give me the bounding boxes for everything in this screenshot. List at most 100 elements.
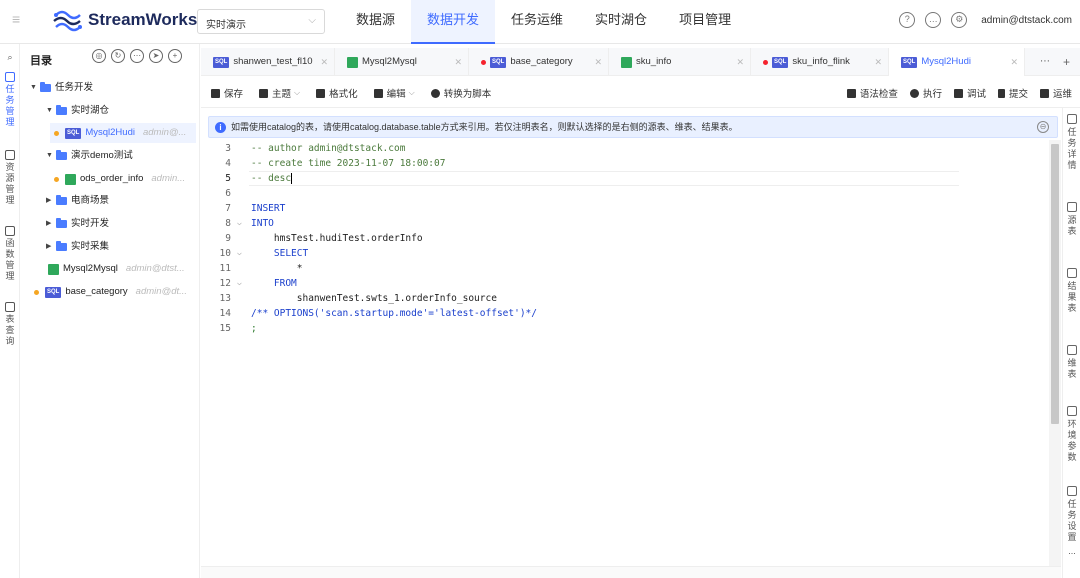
code-line-current: -- desc xyxy=(251,173,293,184)
nav-lakehouse[interactable]: 实时湖仓 xyxy=(579,0,663,44)
close-icon[interactable]: ✕ xyxy=(454,48,462,76)
rail-table-query[interactable]: 表查询 xyxy=(3,302,17,347)
tree-task-mysql2mysql[interactable]: Mysql2Mysql admin@dtst... xyxy=(48,259,185,279)
caret-right-icon: ▶ xyxy=(46,243,52,250)
tab-base-category[interactable]: SQL base_category ✕ xyxy=(469,48,609,76)
scrollbar-thumb[interactable] xyxy=(1051,144,1059,424)
nav-datasource[interactable]: 数据源 xyxy=(340,0,411,44)
settings-gear-icon[interactable]: ⚙ xyxy=(951,12,968,28)
locate-icon[interactable]: ◎ xyxy=(92,49,106,63)
close-banner-icon[interactable]: ⊖ xyxy=(1037,121,1049,133)
env-params-icon xyxy=(1067,406,1077,416)
nav-project-mgmt[interactable]: 项目管理 xyxy=(663,0,747,44)
tree-folder-demo[interactable]: ▼ 演示demo测试 xyxy=(46,146,133,166)
logo[interactable]: StreamWorks xyxy=(52,7,197,33)
main-nav: 数据源 数据开发 任务运维 实时湖仓 项目管理 xyxy=(340,0,747,44)
close-icon[interactable]: ✕ xyxy=(320,48,328,76)
syntax-check-button[interactable]: 语法检查 xyxy=(846,86,898,100)
search-icon[interactable]: ⌕ xyxy=(3,52,17,63)
rail-source-table[interactable]: 源表 xyxy=(1065,202,1079,237)
user-account[interactable]: admin@dtstack.com xyxy=(981,15,1072,26)
unsaved-dot xyxy=(481,59,486,65)
add-icon[interactable]: + xyxy=(168,49,182,63)
run-button[interactable]: 执行 xyxy=(909,86,942,100)
top-right-tools: ? … ⚙ admin@dtstack.com xyxy=(899,12,1072,28)
tree-folder-realtime-dev[interactable]: ▶ 实时开发 xyxy=(46,214,109,234)
code-line-text: -- desc xyxy=(251,173,292,184)
left-rail: ⌕ 任务管理 资源管理 函数管理 表查询 xyxy=(0,44,20,578)
tab-mysql2mysql[interactable]: Mysql2Mysql ✕ xyxy=(335,48,469,76)
close-icon[interactable]: ✕ xyxy=(1010,48,1018,76)
folder-icon xyxy=(56,150,67,160)
flow-task-icon xyxy=(621,56,632,68)
tree-label: Mysql2Mysql xyxy=(63,263,118,274)
tree-task-mysql2hudi[interactable]: SQL Mysql2Hudi admin@... xyxy=(50,123,196,143)
tab-label: Mysql2Hudi xyxy=(921,56,971,67)
tab-mysql2hudi[interactable]: SQL Mysql2Hudi ✕ xyxy=(889,48,1025,76)
rail-more-icon[interactable]: ... xyxy=(1065,546,1079,557)
tab-sku-info[interactable]: sku_info ✕ xyxy=(609,48,751,76)
fold-chevron-icon[interactable]: ⌵ xyxy=(237,278,242,287)
tree-task-ods-order-info[interactable]: ods_order_info admin... xyxy=(54,169,185,189)
tree-folder-ecommerce[interactable]: ▶ 电商场景 xyxy=(46,191,109,211)
tree-folder-realtime-lake[interactable]: ▼ 实时湖仓 xyxy=(46,101,109,121)
tree-task-base-category[interactable]: SQL base_category admin@dt... xyxy=(34,282,187,302)
nav-data-dev[interactable]: 数据开发 xyxy=(411,0,496,44)
app-name: StreamWorks xyxy=(88,10,198,29)
tree-owner: admin@... xyxy=(142,127,187,138)
ops-button[interactable]: 运维 xyxy=(1039,86,1072,100)
code-editor[interactable]: 3 -- author admin@dtstack.com 4 -- creat… xyxy=(201,140,1049,566)
editor-scrollbar[interactable] xyxy=(1049,140,1061,566)
rail-dim-table-label: 维表 xyxy=(1067,358,1077,379)
tree-label: base_category xyxy=(65,286,128,297)
theme-icon xyxy=(259,88,269,98)
rail-dim-table[interactable]: 维表 xyxy=(1065,345,1079,380)
rail-function-mgmt[interactable]: 函数管理 xyxy=(3,226,17,282)
message-icon[interactable]: … xyxy=(925,12,942,28)
tree-label: 实时开发 xyxy=(71,218,110,229)
rail-task-settings[interactable]: 任务设置 xyxy=(1065,486,1079,543)
send-icon[interactable]: ➤ xyxy=(149,49,163,63)
dim-table-icon xyxy=(1067,345,1077,355)
nav-task-ops[interactable]: 任务运维 xyxy=(495,0,579,44)
rail-task-mgmt[interactable]: 任务管理 xyxy=(3,72,17,128)
tree-folder-task-dev[interactable]: ▼ 任务开发 xyxy=(30,78,93,98)
help-icon[interactable]: ? xyxy=(899,12,916,28)
edit-button[interactable]: 编辑 ⌵ xyxy=(373,86,415,100)
tabs-more-icon[interactable]: ⋯ xyxy=(1040,48,1050,76)
fold-chevron-icon[interactable]: ⌵ xyxy=(237,218,242,227)
rail-task-details[interactable]: 任务详情 xyxy=(1065,114,1079,171)
code-line: -- create time 2023-11-07 18:00:07 xyxy=(251,158,446,169)
menu-icon[interactable]: ≡ xyxy=(12,12,26,26)
tab-label: Mysql2Mysql xyxy=(362,56,417,67)
project-select[interactable]: 实时演示 ⌵ xyxy=(197,9,325,34)
close-icon[interactable]: ✕ xyxy=(736,48,744,76)
refresh-icon[interactable]: ↻ xyxy=(111,49,125,63)
tree-owner: admin@dtst... xyxy=(125,263,185,274)
submit-button[interactable]: 提交 xyxy=(997,86,1028,100)
convert-to-script-button[interactable]: 转换为脚本 xyxy=(430,86,491,100)
theme-button[interactable]: 主题 ⌵ xyxy=(259,86,300,100)
line-number: 3 xyxy=(225,143,231,154)
debug-button[interactable]: 调试 xyxy=(953,86,986,100)
tabs-add-icon[interactable]: + xyxy=(1063,48,1070,76)
rail-result-table[interactable]: 结果表 xyxy=(1065,268,1079,314)
more-icon[interactable]: ⋯ xyxy=(130,49,144,63)
project-select-value: 实时演示 xyxy=(206,20,246,31)
theme-label: 主题 xyxy=(272,89,292,100)
line-number: 14 xyxy=(219,308,231,319)
rail-resource-mgmt[interactable]: 资源管理 xyxy=(3,150,17,206)
right-rail: 任务详情 源表 结果表 维表 环境参数 任务设置 ... xyxy=(1062,108,1080,578)
fold-chevron-icon[interactable]: ⌵ xyxy=(237,248,242,257)
rail-env-params[interactable]: 环境参数 xyxy=(1065,406,1079,463)
close-icon[interactable]: ✕ xyxy=(594,48,602,76)
save-button[interactable]: 保存 xyxy=(211,86,243,100)
close-icon[interactable]: ✕ xyxy=(874,48,882,76)
tab-sku-info-flink[interactable]: SQL sku_info_flink ✕ xyxy=(751,48,889,76)
bottom-panel-bar xyxy=(201,566,1061,578)
folder-icon xyxy=(56,218,67,228)
tree-folder-realtime-collect[interactable]: ▶ 实时采集 xyxy=(46,237,109,257)
tab-shanwen-test-fl10[interactable]: SQL shanwen_test_fl10 ✕ xyxy=(201,48,335,76)
format-button[interactable]: 格式化 xyxy=(316,86,358,100)
line-number: 15 xyxy=(219,323,231,334)
